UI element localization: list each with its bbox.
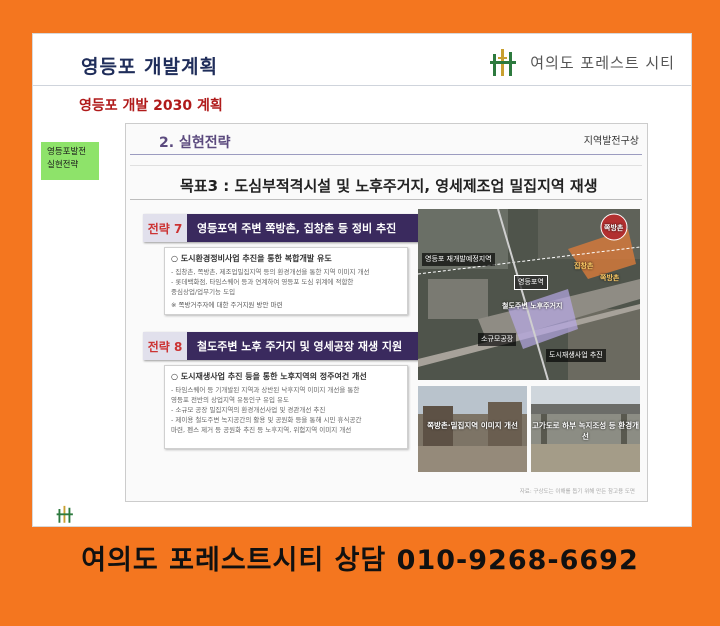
- strategy-8-header: 전략 8 철도주변 노후 주거지 및 영세공장 재생 지원: [143, 332, 419, 360]
- side-tag-line-1: 영등포발전: [47, 147, 87, 157]
- strategy-8-number: 전략 8: [143, 332, 187, 360]
- title-divider: [33, 85, 691, 86]
- map-label-factory: 소규모공장: [478, 333, 517, 346]
- slide: 영등포 개발계획 여의도 포레스트 시티 영등포 개발 2030 계획 영등포발…: [32, 33, 692, 527]
- map-label-station: 영등포역: [514, 275, 548, 290]
- page-title: 영등포 개발계획: [81, 56, 218, 78]
- strategy-8-line: - 타임스퀘어 등 기개발된 지역과 상반된 낙후지역 이미지 개선을 통한: [171, 386, 360, 394]
- panel-heading: 2. 실현전략: [159, 135, 231, 151]
- map-label-area2: 쪽방촌: [600, 274, 620, 282]
- contact-banner: 여의도 포레스트시티 상담 010-9268-6692: [81, 545, 639, 576]
- strategy-8-heading: ○ 도시재생사업 추진 등을 통한 노후지역의 정주여건 개선: [171, 372, 367, 381]
- map-label-circle: 쪽방촌: [604, 224, 624, 232]
- strategy-7-line: 중심상업/업무기능 도입: [171, 288, 236, 296]
- strategy-7-details: ○ 도시환경정비사업 추진을 통한 복합개발 유도 - 집창촌, 쪽방촌, 제조…: [164, 247, 408, 315]
- map-label-rail: 철도주변 노후주거지: [502, 302, 563, 310]
- aerial-map: 쪽방촌 영등포 재개발예정지역 집창촌 쪽방촌 영등포역 철도주변 노후주거지 …: [418, 209, 640, 380]
- photo-strip: 쪽방촌·밀집지역 이미지 개선 고가도로 하부 녹지조성 등 환경개선: [418, 386, 640, 472]
- source-note: 자료: 구상도는 이해를 돕기 위해 만든 참고용 도면: [519, 489, 635, 495]
- brand: 여의도 포레스트 시티: [488, 46, 675, 78]
- strategy-7-header: 전략 7 영등포역 주변 쪽방촌, 집창촌 등 정비 추진: [143, 214, 419, 242]
- panel-tag: 지역발전구상: [583, 136, 639, 147]
- side-tag: 영등포발전 실현전략: [41, 142, 99, 180]
- photo-alley: 쪽방촌·밀집지역 이미지 개선: [418, 386, 527, 472]
- strategy-7-note: ※ 쪽방거주자에 대한 주거지원 방안 마련: [171, 301, 283, 309]
- strategy-8-line: - 제이용 철도주변 녹지공간의 활용 및 공원화 등을 통해 시민 휴식공간: [171, 416, 362, 424]
- strategy-7-heading: ○ 도시환경정비사업 추진을 통한 복합개발 유도: [171, 254, 332, 263]
- strategy-panel: 2. 실현전략 지역발전구상 목표3 : 도심부적격시설 및 노후주거지, 영세…: [125, 123, 648, 502]
- map-label-area1: 집창촌: [574, 262, 594, 270]
- strategy-7-title: 영등포역 주변 쪽방촌, 집창촌 등 정비 추진: [187, 214, 419, 242]
- strategy-8-line: - 소규모 공장 밀집지역의 환경개선사업 및 경관개선 추진: [171, 406, 326, 414]
- subtitle: 영등포 개발 2030 계획: [79, 98, 223, 114]
- strategy-8-details: ○ 도시재생사업 추진 등을 통한 노후지역의 정주여건 개선 - 타임스퀘어 …: [164, 365, 408, 449]
- strategy-8-title: 철도주변 노후 주거지 및 영세공장 재생 지원: [187, 332, 419, 360]
- map-label-district: 영등포 재개발예정지역: [422, 253, 495, 266]
- panel-divider: [130, 154, 642, 155]
- strategy-7-line: - 롯데백화점, 타임스퀘어 등과 연계하여 영등포 도심 위계에 적합한: [171, 278, 354, 286]
- photo-caption-1: 쪽방촌·밀집지역 이미지 개선: [427, 421, 518, 430]
- strategy-7-line: - 집창촌, 쪽방촌, 제조업밀집지역 등의 환경개선을 통한 지역 이미지 개…: [171, 268, 370, 276]
- brand-name: 여의도 포레스트 시티: [530, 53, 675, 72]
- aerial-map-image: [418, 209, 640, 380]
- side-tag-line-2: 실현전략: [47, 160, 79, 170]
- map-label-footnote: 도시재생사업 추진: [546, 349, 606, 362]
- photo-caption-2: 고가도로 하부 녹지조성 등 환경개선: [531, 421, 640, 441]
- strategy-8-line: 마련, 펜스 제거 등 공원화 추진 등 노후지역, 위험지역 이미지 개선: [171, 426, 352, 434]
- photo-overpass: 고가도로 하부 녹지조성 등 환경개선: [531, 386, 640, 472]
- brand-logo-icon: [490, 49, 517, 76]
- strategy-7-number: 전략 7: [143, 214, 187, 242]
- goal-statement: 목표3 : 도심부적격시설 및 노후주거지, 영세제조업 밀집지역 재생: [130, 165, 642, 200]
- footer-logo-icon: [56, 505, 73, 523]
- strategy-8-line: 영등포 전반의 상업지역 유동인구 유입 유도: [171, 396, 289, 404]
